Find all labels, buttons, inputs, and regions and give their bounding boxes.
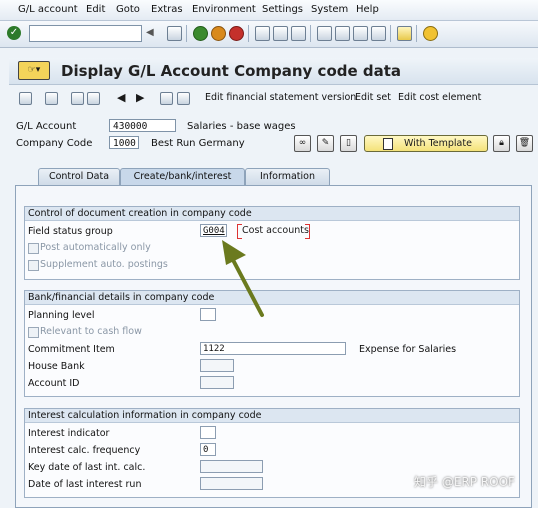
house-bank-field[interactable]	[200, 359, 234, 372]
key-date-label: Key date of last int. calc.	[28, 462, 146, 473]
post-auto-checkbox[interactable]	[28, 243, 39, 254]
account-id-label: Account ID	[28, 378, 80, 389]
find-icon[interactable]	[273, 26, 288, 41]
tab-control-data[interactable]: Control Data	[38, 168, 120, 185]
interest-indicator-label: Interest indicator	[28, 428, 110, 439]
glasses-icon[interactable]: ∞	[294, 135, 311, 152]
pencil-icon[interactable]: ✎	[317, 135, 334, 152]
post-auto-label: Post automatically only	[40, 242, 151, 253]
document-icon[interactable]	[177, 92, 190, 105]
menu-environment[interactable]: Environment	[192, 4, 256, 15]
first-page-icon[interactable]	[317, 26, 332, 41]
gl-account-description: Salaries - base wages	[187, 121, 296, 132]
filter-icon[interactable]	[160, 92, 173, 105]
tab-panel: Control of document creation in company …	[15, 185, 532, 508]
prev-page-icon[interactable]	[335, 26, 350, 41]
last-run-field[interactable]	[200, 477, 263, 490]
lock-icon[interactable]: 🔒︎	[493, 135, 510, 152]
field-status-group-field[interactable]: G004	[200, 224, 227, 237]
new-session-icon[interactable]	[397, 26, 412, 41]
supplement-checkbox[interactable]	[28, 260, 39, 271]
create-icon[interactable]: ▯	[340, 135, 357, 152]
find-next-icon[interactable]	[291, 26, 306, 41]
enter-check-icon[interactable]: ✓	[7, 26, 21, 40]
menu-extras[interactable]: Extras	[151, 4, 183, 15]
planning-level-field[interactable]	[200, 308, 216, 321]
company-code-description: Best Run Germany	[151, 138, 245, 149]
command-dropdown-icon[interactable]: ◀	[146, 27, 154, 38]
commitment-item-field[interactable]: 1122	[200, 342, 346, 355]
company-code-label: Company Code	[16, 138, 93, 149]
cancel-icon[interactable]	[229, 26, 244, 41]
house-bank-label: House Bank	[28, 361, 85, 372]
next-page-icon[interactable]	[353, 26, 368, 41]
required-bracket-right	[305, 224, 310, 239]
help-icon[interactable]	[423, 26, 438, 41]
toolbar-divider	[248, 25, 249, 42]
menu-system[interactable]: System	[311, 4, 348, 15]
gl-account-field[interactable]: 430000	[109, 119, 176, 132]
menu-bar: G/L account Edit Goto Extras Environment…	[0, 0, 538, 21]
standard-toolbar: ✓ ◀	[0, 21, 538, 48]
save-icon[interactable]	[167, 26, 182, 41]
edit-set-button[interactable]: Edit set	[355, 92, 391, 103]
other-object-icon[interactable]	[45, 92, 58, 105]
calc-frequency-label: Interest calc. frequency	[28, 445, 141, 456]
with-template-button[interactable]: With Template	[364, 135, 488, 152]
supplement-label: Supplement auto. postings	[40, 259, 168, 270]
bank-title: Bank/financial details in company code	[25, 291, 519, 305]
watermark-text: 知乎 @ERP ROOF	[414, 475, 515, 489]
toolbar-divider	[416, 25, 417, 42]
field-status-group-label: Field status group	[28, 226, 113, 237]
exit-icon[interactable]	[211, 26, 226, 41]
print-icon[interactable]	[255, 26, 270, 41]
interest-indicator-field[interactable]	[200, 426, 216, 439]
back-icon[interactable]	[193, 26, 208, 41]
calc-frequency-field[interactable]: 0	[200, 443, 216, 456]
redo-icon[interactable]	[87, 92, 100, 105]
tab-information[interactable]: Information	[245, 168, 330, 185]
commitment-item-label: Commitment Item	[28, 344, 115, 355]
display-change-icon[interactable]	[19, 92, 32, 105]
document-icon	[383, 138, 393, 150]
toolbar-divider	[186, 25, 187, 42]
key-date-field[interactable]	[200, 460, 263, 473]
next-icon[interactable]: ▶	[136, 91, 144, 104]
menu-goto[interactable]: Goto	[116, 4, 140, 15]
delete-icon[interactable]: 🗑︎	[516, 135, 533, 152]
doc-control-group: Control of document creation in company …	[24, 206, 520, 280]
interest-title: Interest calculation information in comp…	[25, 409, 519, 423]
gl-account-label: G/L Account	[16, 121, 77, 132]
toolbar-divider	[390, 25, 391, 42]
commitment-item-description: Expense for Salaries	[359, 344, 457, 355]
menu-settings[interactable]: Settings	[262, 4, 303, 15]
menu-gl-account[interactable]: G/L account	[18, 4, 78, 15]
tab-create-bank-interest[interactable]: Create/bank/interest	[120, 168, 245, 186]
application-toolbar: ◀ ▶ Edit financial statement version Edi…	[9, 88, 538, 108]
field-status-group-description: Cost accounts	[242, 225, 309, 236]
edit-cost-element-button[interactable]: Edit cost element	[398, 92, 481, 103]
command-field[interactable]	[29, 25, 142, 42]
menu-edit[interactable]: Edit	[86, 4, 105, 15]
account-id-field[interactable]	[200, 376, 234, 389]
previous-icon[interactable]: ◀	[117, 91, 125, 104]
last-run-label: Date of last interest run	[28, 479, 142, 490]
undo-icon[interactable]	[71, 92, 84, 105]
edit-fs-version-button[interactable]: Edit financial statement version	[205, 92, 356, 103]
page-title: Display G/L Account Company code data	[61, 62, 402, 80]
toolbar-divider	[310, 25, 311, 42]
last-page-icon[interactable]	[371, 26, 386, 41]
planning-level-label: Planning level	[28, 310, 95, 321]
bank-group: Bank/financial details in company code P…	[24, 290, 520, 397]
with-template-label: With Template	[404, 138, 472, 149]
title-bar: ☞▾ Display G/L Account Company code data	[9, 58, 538, 85]
menu-help[interactable]: Help	[356, 4, 379, 15]
company-code-field[interactable]: 1000	[109, 136, 139, 149]
relevant-cash-label: Relevant to cash flow	[40, 326, 142, 337]
relevant-cash-checkbox[interactable]	[28, 327, 39, 338]
doc-control-title: Control of document creation in company …	[25, 207, 519, 221]
transaction-icon: ☞▾	[18, 61, 50, 80]
